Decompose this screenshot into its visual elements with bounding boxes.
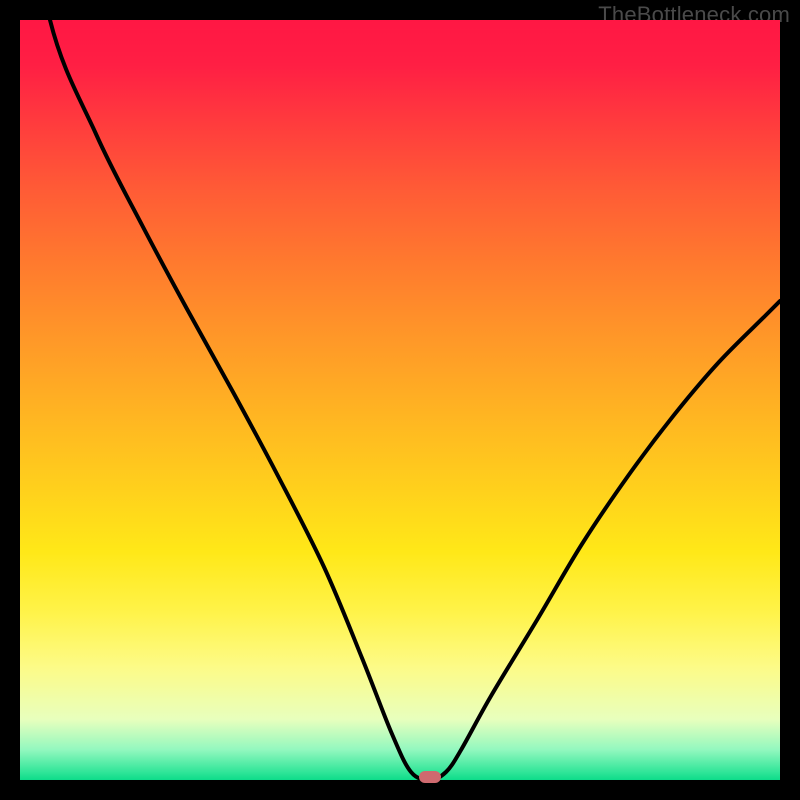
plot-area: [20, 20, 780, 780]
bottleneck-curve: [20, 20, 780, 780]
optimal-point-marker: [419, 771, 441, 783]
chart-frame: TheBottleneck.com: [0, 0, 800, 800]
curve-path: [20, 0, 780, 780]
